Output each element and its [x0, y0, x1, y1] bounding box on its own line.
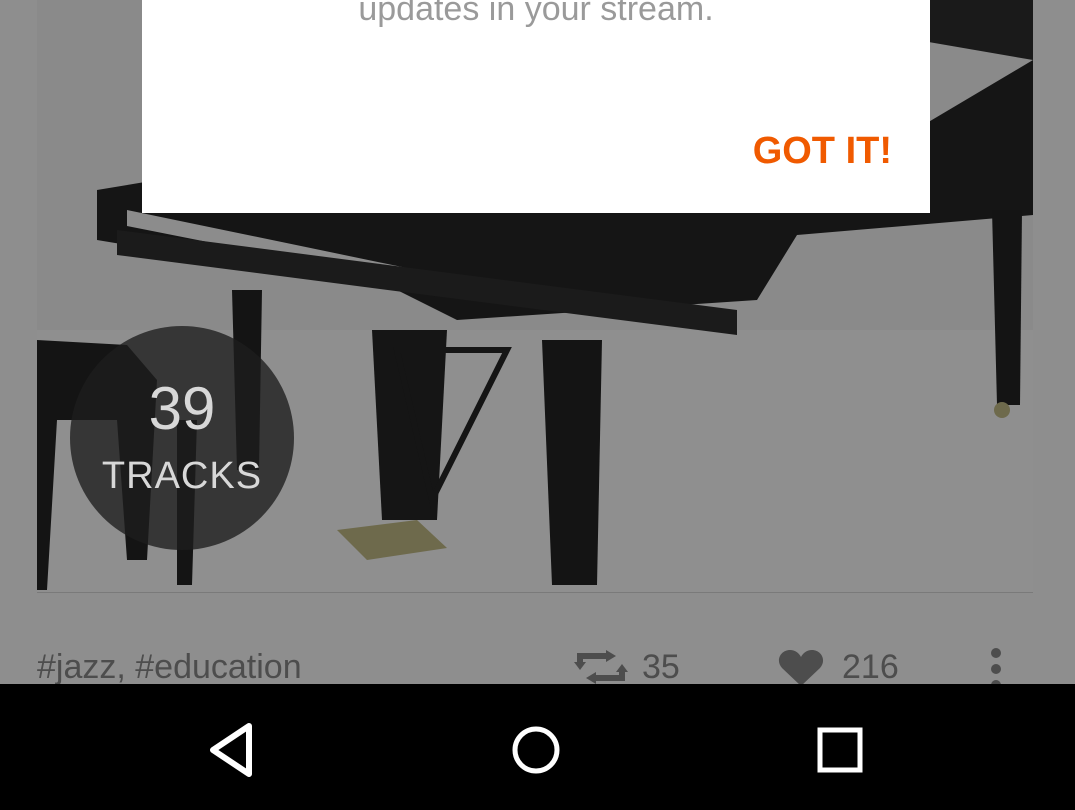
- track-count-label: TRACKS: [101, 455, 263, 497]
- playlist-meta-row: #jazz, #education 35 216: [0, 640, 1075, 690]
- playlist-tags[interactable]: #jazz, #education: [37, 648, 302, 687]
- recents-button[interactable]: [810, 722, 870, 778]
- heart-icon: [778, 650, 824, 686]
- repost-count: 35: [642, 648, 680, 686]
- track-count-badge: 39 TRACKS: [70, 326, 294, 550]
- track-count: 39: [148, 375, 216, 442]
- stream-screen: 39 TRACKS updates in your stream. GOT IT…: [0, 0, 1075, 690]
- back-triangle-icon: [210, 723, 252, 777]
- dialog-message: updates in your stream.: [358, 0, 714, 28]
- back-button[interactable]: [205, 722, 265, 778]
- home-circle-icon: [512, 726, 560, 774]
- recents-square-icon: [817, 727, 863, 773]
- got-it-button[interactable]: GOT IT!: [753, 130, 892, 173]
- repost-icon: [574, 650, 628, 684]
- like-count: 216: [842, 648, 899, 686]
- home-button[interactable]: [506, 722, 566, 778]
- stream-tip-dialog: updates in your stream. GOT IT!: [142, 0, 930, 213]
- android-navigation-bar: [0, 684, 1075, 810]
- more-vertical-icon[interactable]: [988, 644, 1004, 690]
